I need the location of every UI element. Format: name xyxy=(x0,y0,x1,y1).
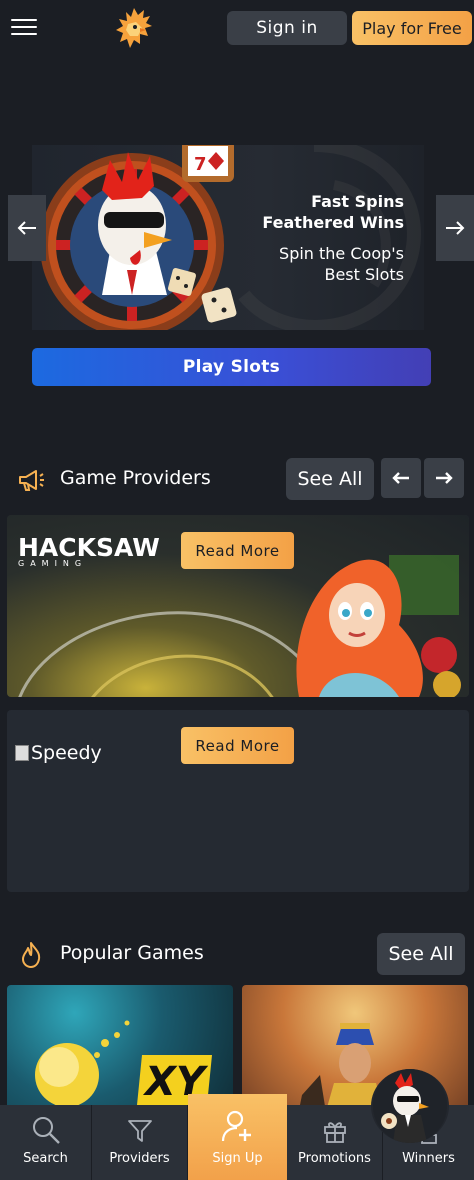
filter-icon xyxy=(127,1120,152,1142)
hero-title-line-1: Fast Spins xyxy=(311,192,404,211)
rooster-logo-icon[interactable] xyxy=(112,6,154,50)
arrow-left-icon xyxy=(392,472,409,484)
popular-section-header: Popular Games See All xyxy=(0,932,474,976)
providers-section-header: Game Providers See All xyxy=(0,457,474,501)
hamburger-icon[interactable] xyxy=(11,19,37,37)
arrow-right-icon xyxy=(446,221,465,235)
rooster-roulette-image: 7 xyxy=(40,145,237,330)
svg-text:7: 7 xyxy=(194,154,207,175)
gift-icon xyxy=(323,1122,346,1143)
nav-winners-label: Winners xyxy=(402,1151,455,1166)
search-icon xyxy=(32,1117,60,1144)
play-for-free-button[interactable]: Play for Free xyxy=(352,11,472,45)
hacksaw-logo-text: HACKSAW xyxy=(18,533,160,562)
nav-promotions[interactable]: Promotions xyxy=(287,1105,383,1180)
nav-search[interactable]: Search xyxy=(0,1105,92,1180)
read-more-button[interactable]: Read More xyxy=(181,727,294,764)
nav-promotions-label: Promotions xyxy=(298,1151,371,1166)
providers-prev-button[interactable] xyxy=(381,458,421,498)
nav-search-label: Search xyxy=(23,1151,68,1166)
broken-image-icon xyxy=(15,745,29,761)
mermaid-character-image xyxy=(296,555,461,697)
sign-in-button[interactable]: Sign in xyxy=(227,11,347,45)
speedy-logo-alt-text: Speedy xyxy=(31,742,102,764)
hero-carousel: 7 Fast Spins Feathered Wins Spin the Coo… xyxy=(0,145,474,335)
arrow-right-icon xyxy=(436,472,453,484)
hacksaw-logo: HACKSAW GAMING xyxy=(18,533,160,568)
providers-title: Game Providers xyxy=(60,467,211,489)
hero-subtitle-line-2: Best Slots xyxy=(324,265,404,284)
speedy-logo-image: Speedy xyxy=(15,730,165,776)
rooster-chat-badge[interactable] xyxy=(371,1069,449,1143)
flame-icon xyxy=(22,942,41,968)
megaphone-icon xyxy=(19,470,44,491)
hero-slide[interactable]: 7 Fast Spins Feathered Wins Spin the Coo… xyxy=(32,145,424,330)
providers-next-button[interactable] xyxy=(424,458,464,498)
hero-next-button[interactable] xyxy=(436,195,474,261)
play-slots-button[interactable]: Play Slots xyxy=(32,348,431,386)
hero-title: Fast Spins Feathered Wins xyxy=(204,191,404,233)
arrow-left-icon xyxy=(17,221,36,235)
nav-providers[interactable]: Providers xyxy=(92,1105,188,1180)
hero-subtitle-line-1: Spin the Coop's xyxy=(279,244,404,263)
provider-card-speedy[interactable]: Speedy Read More xyxy=(7,710,469,892)
hero-subtitle: Spin the Coop's Best Slots xyxy=(204,243,404,285)
read-more-button[interactable]: Read More xyxy=(181,532,294,569)
provider-card-hacksaw[interactable]: HACKSAW GAMING Read More xyxy=(7,515,469,697)
nav-sign-up[interactable]: Sign Up xyxy=(188,1094,287,1180)
popular-see-all-button[interactable]: See All xyxy=(377,933,465,975)
rooster-avatar-icon xyxy=(373,1069,447,1143)
nav-sign-up-label: Sign Up xyxy=(212,1151,263,1166)
header: Sign in Play for Free xyxy=(0,0,474,56)
popular-title: Popular Games xyxy=(60,942,204,964)
hero-title-line-2: Feathered Wins xyxy=(262,213,404,232)
providers-see-all-button[interactable]: See All xyxy=(286,458,374,500)
hero-prev-button[interactable] xyxy=(8,195,46,261)
add-user-icon xyxy=(221,1110,251,1142)
nav-providers-label: Providers xyxy=(109,1151,170,1166)
